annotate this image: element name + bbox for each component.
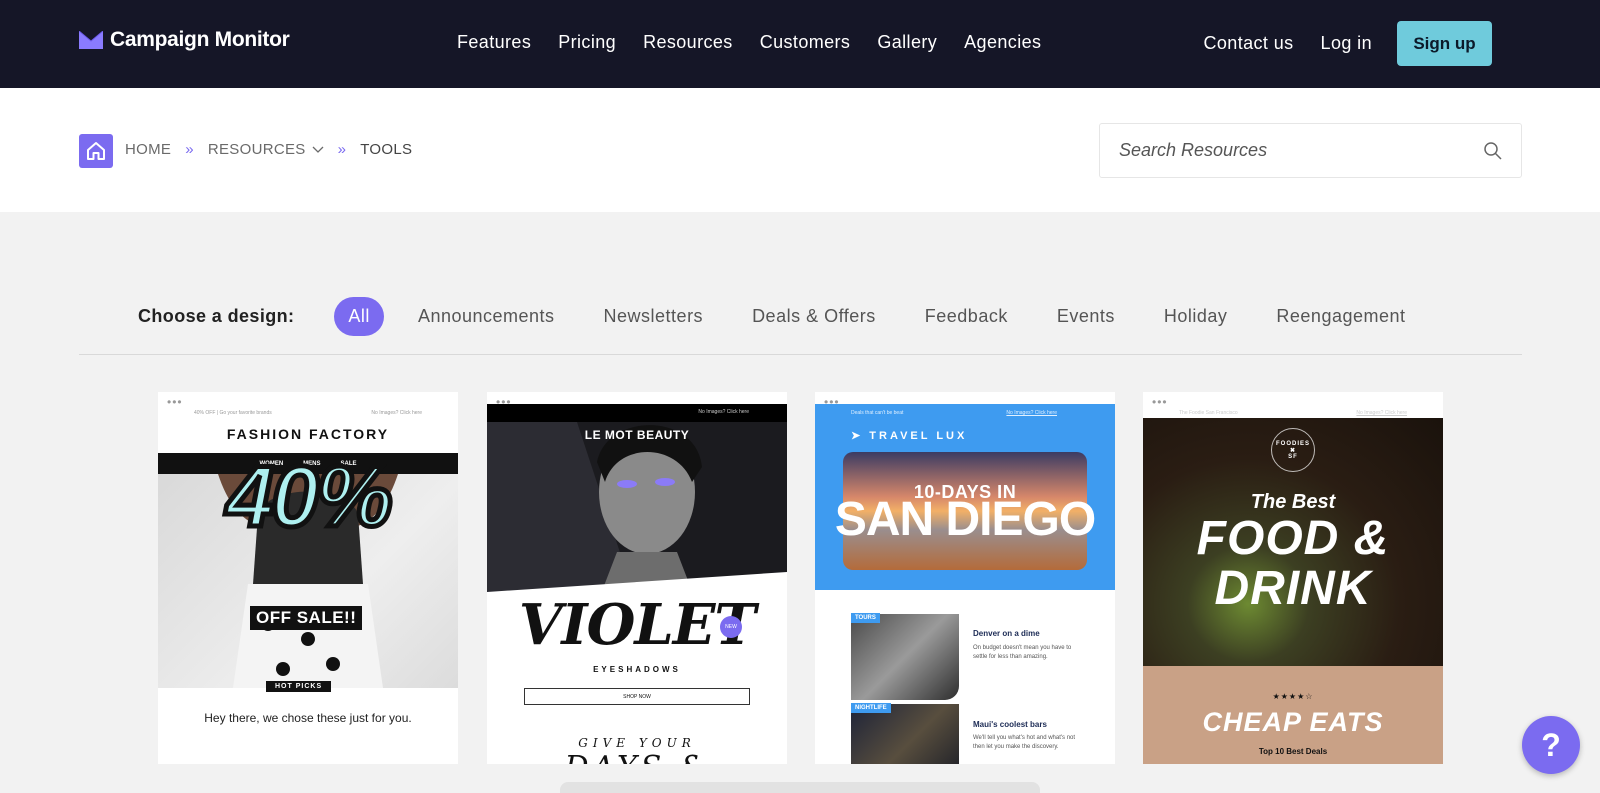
breadcrumb-resources[interactable]: RESOURCES: [208, 141, 306, 158]
brand-text: TRAVEL LUX: [869, 430, 968, 442]
filter-label: Choose a design:: [138, 306, 295, 326]
badge-text: SF: [1288, 453, 1298, 460]
main-nav: Features Pricing Resources Customers Gal…: [457, 32, 1068, 53]
home-icon: [87, 142, 105, 160]
preheader-link: No Images? Click here: [371, 410, 422, 416]
campaign-monitor-logo[interactable]: Campaign Monitor: [79, 28, 290, 52]
template-card-travel-lux[interactable]: ••• Deals that can't be beat No Images? …: [815, 392, 1115, 764]
breadcrumb-separator: »: [337, 141, 347, 158]
help-button[interactable]: ?: [1522, 716, 1580, 774]
email-body-text: Hey there, we chose these just for you.: [204, 711, 412, 725]
preheader-link: No Images? Click here: [1006, 410, 1057, 416]
sale-percentage: 40%: [224, 447, 395, 548]
breadcrumb-bar: HOME » RESOURCES » TOOLS: [0, 88, 1600, 212]
nav-pricing[interactable]: Pricing: [558, 32, 616, 53]
hero-title-line-2: SAN DIEGO: [834, 493, 1096, 546]
nav-features[interactable]: Features: [457, 32, 531, 53]
breadcrumb-home[interactable]: HOME: [125, 141, 171, 158]
badge-mark-icon: ✖: [1289, 447, 1297, 454]
email-preheader: 40% OFF | Go your favorite brands No Ima…: [158, 408, 458, 420]
plane-icon: ➤: [851, 430, 870, 442]
email-hero-image: [487, 422, 787, 604]
nav-actions: Contact us Log in Sign up: [1177, 21, 1492, 66]
email-brand: ➤ TRAVEL LUX: [851, 429, 967, 442]
logo-text: Campaign Monitor: [110, 28, 290, 51]
filter-all[interactable]: All: [334, 297, 384, 336]
tagline-line-2: DAYS &: [487, 750, 787, 764]
section-title: CHEAP EATS: [1202, 707, 1384, 737]
filter-deals-offers[interactable]: Deals & Offers: [752, 306, 876, 327]
email-brand: LE MOT BEAUTY: [584, 428, 690, 442]
search-input[interactable]: [1119, 140, 1459, 161]
chevron-down-icon[interactable]: [312, 146, 324, 154]
star-rating: ★★★★☆: [1272, 692, 1314, 701]
tours-tag: TOURS: [851, 613, 880, 623]
nightlife-tag: NIGHTLIFE: [851, 703, 891, 713]
foodies-badge: FOODIES ✖ SF: [1271, 428, 1315, 472]
filter-events[interactable]: Events: [1057, 306, 1115, 327]
email-preheader: No Images? Click here: [487, 404, 787, 422]
search-box: [1099, 123, 1522, 178]
home-button[interactable]: [79, 134, 113, 168]
nightlife-image: [851, 704, 959, 764]
breadcrumb-current: TOOLS: [360, 141, 413, 158]
hot-picks-label: HOT PICKS: [266, 681, 332, 692]
signup-button[interactable]: Sign up: [1397, 21, 1492, 66]
hero-title-line-2: DRINK: [1214, 562, 1372, 616]
breadcrumb: HOME » RESOURCES » TOOLS: [125, 141, 412, 158]
preheader-text: The Foodie San Francisco: [1179, 410, 1238, 416]
tours-image: [851, 614, 959, 700]
nav-resources[interactable]: Resources: [643, 32, 733, 53]
nav-gallery[interactable]: Gallery: [877, 32, 937, 53]
filter-announcements[interactable]: Announcements: [418, 306, 555, 327]
template-card-foodies[interactable]: ••• The Foodie San Francisco No Images? …: [1143, 392, 1443, 764]
preheader-text: 40% OFF | Go your favorite brands: [194, 410, 272, 416]
new-badge: NEW: [720, 616, 742, 638]
model-portrait-image: [487, 422, 787, 604]
email-brand: FASHION FACTORY: [226, 426, 390, 442]
filter-feedback[interactable]: Feedback: [925, 306, 1008, 327]
preheader-link: No Images? Click here: [1356, 410, 1407, 416]
filter-newsletters[interactable]: Newsletters: [604, 306, 704, 327]
sale-banner: OFF SALE!!: [250, 606, 363, 630]
shop-now-button: SHOP NOW: [524, 688, 750, 705]
nav-agencies[interactable]: Agencies: [964, 32, 1041, 53]
top-navigation: Campaign Monitor Features Pricing Resour…: [0, 0, 1600, 88]
filter-reengagement[interactable]: Reengagement: [1276, 306, 1405, 327]
template-card-fashion-factory[interactable]: ••• 40% OFF | Go your favorite brands No…: [158, 392, 458, 764]
nav-customers[interactable]: Customers: [760, 32, 851, 53]
design-filters: Choose a design: All Announcements Newsl…: [138, 297, 1455, 336]
article-heading: Maui's coolest bars: [973, 720, 1047, 729]
preheader-link: No Images? Click here: [698, 409, 749, 415]
hero-title-line-1: FOOD &: [1196, 512, 1390, 565]
template-card-le-mot-beauty[interactable]: ••• No Images? Click here LE MOT BEAUTY …: [487, 392, 787, 764]
tagline-line-1: GIVE YOUR: [578, 736, 696, 750]
article-text: We'll tell you what's hot and what's not…: [973, 735, 1076, 750]
search-icon[interactable]: [1483, 141, 1503, 161]
hero-title: FOOD & DRINK: [1143, 512, 1443, 616]
section-subtitle: Top 10 Best Deals: [1258, 747, 1328, 756]
login-link[interactable]: Log in: [1321, 33, 1372, 54]
contact-us-link[interactable]: Contact us: [1204, 33, 1294, 54]
product-subtitle: EYESHADOWS: [593, 665, 681, 674]
breadcrumb-separator: »: [185, 141, 194, 158]
filter-holiday[interactable]: Holiday: [1164, 306, 1228, 327]
window-dots: •••: [1152, 395, 1168, 409]
scroll-shadow: [560, 782, 1040, 793]
window-dots: •••: [167, 395, 183, 409]
filter-divider: [79, 354, 1522, 355]
article-text: On budget doesn't mean you have to settl…: [973, 645, 1072, 660]
hero-kicker: The Best: [1250, 491, 1336, 513]
product-title: VIOLET: [518, 592, 756, 658]
article-heading: Denver on a dime: [973, 629, 1040, 638]
envelope-logo-icon: [79, 31, 103, 49]
preheader-text: Deals that can't be beat: [851, 410, 904, 416]
